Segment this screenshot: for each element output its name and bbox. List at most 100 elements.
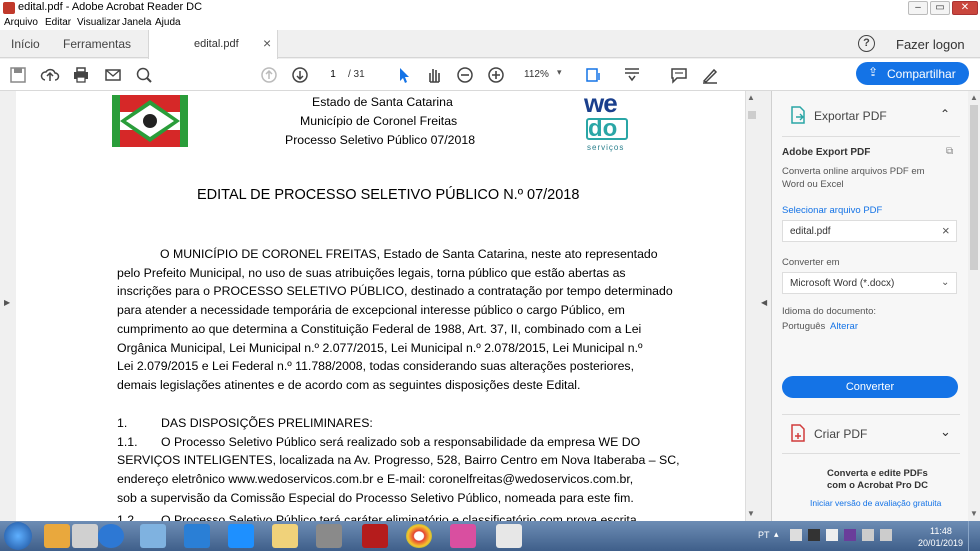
expand-left-pane-icon[interactable]: ▶ — [4, 298, 10, 307]
zoom-out-icon[interactable] — [455, 65, 475, 85]
help-icon[interactable]: ? — [858, 35, 875, 52]
export-pdf-header[interactable]: Exportar PDF — [814, 109, 887, 123]
panel-scroll-thumb[interactable] — [970, 105, 978, 270]
taskbar-max-icon[interactable] — [184, 524, 210, 548]
convert-format-select[interactable]: Microsoft Word (*.docx) ⌄ — [782, 272, 957, 294]
create-pdf-header[interactable]: Criar PDF — [814, 427, 867, 441]
prev-page-icon[interactable] — [259, 65, 279, 85]
taskbar-time: 11:48 — [930, 526, 952, 536]
zoom-in-icon[interactable] — [486, 65, 506, 85]
taskbar-language[interactable]: PT — [758, 530, 770, 540]
next-page-icon[interactable] — [290, 65, 310, 85]
tray-volume-icon[interactable] — [880, 529, 892, 541]
tools-pane: Exportar PDF ⌃ Adobe Export PDF ⧉ Conver… — [772, 91, 968, 521]
start-button[interactable] — [4, 522, 32, 550]
select-file-link[interactable]: Selecionar arquivo PDF — [782, 205, 882, 216]
copy-icon[interactable]: ⧉ — [946, 146, 953, 157]
wedo-logo: we do serviços — [583, 91, 633, 158]
read-mode-icon[interactable] — [622, 65, 642, 85]
scroll-thumb[interactable] — [748, 111, 756, 119]
change-language-link[interactable]: Alterar — [830, 321, 858, 332]
section-1-number: 1. — [117, 416, 128, 430]
taskbar-chrome-icon[interactable] — [406, 524, 432, 548]
toolbar: 1 / 31 112% ▾ ⇪ Compartilhar — [0, 59, 980, 91]
para1-line-2: pelo Prefeito Municipal, no uso de suas … — [117, 266, 626, 280]
tab-document[interactable]: edital.pdf × — [148, 30, 278, 59]
show-desktop-button[interactable] — [968, 521, 980, 551]
tray-icon-1[interactable] — [790, 529, 802, 541]
collapse-right-pane-icon[interactable]: ◀ — [761, 298, 767, 307]
email-icon[interactable] — [103, 65, 123, 85]
expand-create-icon[interactable]: ⌄ — [940, 424, 951, 440]
taskbar-audio-icon[interactable] — [450, 524, 476, 548]
taskbar-archive-icon[interactable] — [316, 524, 342, 548]
taskbar-paint-icon[interactable] — [140, 524, 166, 548]
acrobat-icon — [3, 2, 15, 14]
page-number-input[interactable]: 1 — [322, 67, 344, 83]
wedo-logo-do: do — [588, 115, 618, 142]
tray-icon-3[interactable] — [826, 529, 838, 541]
scroll-down-icon[interactable]: ▼ — [747, 509, 755, 518]
taskbar-acrobat-icon[interactable] — [496, 524, 522, 548]
panel-scroll-down-icon[interactable]: ▼ — [970, 509, 978, 518]
upload-cloud-icon[interactable] — [40, 65, 60, 85]
menu-visualizar[interactable]: Visualizar — [77, 17, 120, 28]
share-button[interactable]: ⇪ Compartilhar — [856, 62, 969, 85]
close-button[interactable]: ✕ — [952, 1, 978, 15]
tools-pane-scrollbar[interactable]: ▲ ▼ — [968, 91, 980, 521]
taskbar-media-icon[interactable] — [72, 524, 98, 548]
scroll-up-icon[interactable]: ▲ — [747, 93, 755, 102]
zoom-level-select[interactable]: 112% — [524, 69, 549, 80]
menu-ajuda[interactable]: Ajuda — [155, 17, 181, 28]
tray-icon-2[interactable] — [808, 529, 820, 541]
tray-network-icon[interactable] — [862, 529, 874, 541]
left-navigation-pane: ▶ — [0, 91, 16, 521]
print-icon[interactable] — [71, 65, 91, 85]
tab-bar: Início Ferramentas ? Fazer logon — [0, 30, 980, 58]
taskbar-teamviewer-icon[interactable] — [228, 524, 254, 548]
tab-close-icon[interactable]: × — [263, 35, 271, 51]
minimize-button[interactable]: – — [908, 1, 928, 15]
para1-line-3: inscrições para o PROCESSO SELETIVO PÚBL… — [117, 284, 673, 298]
remove-file-icon[interactable]: × — [942, 223, 950, 238]
menu-janela[interactable]: Janela — [122, 17, 151, 28]
tab-document-label: edital.pdf — [194, 38, 239, 50]
convert-button[interactable]: Converter — [782, 376, 958, 398]
select-cursor-icon[interactable] — [394, 65, 414, 85]
document-scrollbar[interactable]: ▲ ▼ — [745, 91, 757, 521]
subsection-1-1-line-2: SERVIÇOS INTELIGENTES, localizada na Av.… — [117, 453, 680, 467]
language-value: Português — [782, 321, 826, 332]
menu-editar[interactable]: Editar — [45, 17, 71, 28]
trial-link[interactable]: Iniciar versão de avaliação gratuita — [810, 498, 941, 508]
export-pdf-icon — [791, 106, 805, 124]
document-title: EDITAL DE PROCESSO SELETIVO PÚBLICO N.º … — [197, 187, 580, 203]
search-icon[interactable] — [134, 65, 154, 85]
subsection-1-1-line-3: endereço eletrônico www.wedoservicos.com… — [117, 472, 634, 486]
login-link[interactable]: Fazer logon — [896, 37, 965, 52]
menu-arquivo[interactable]: Arquivo — [4, 17, 38, 28]
windows-taskbar: PT ▴ 11:48 20/01/2019 — [0, 521, 980, 551]
convert-to-label: Converter em — [782, 257, 840, 268]
taskbar-explorer-icon[interactable] — [44, 524, 70, 548]
subsection-1-1-line-4: sob a supervisão da Comissão Especial do… — [117, 491, 634, 505]
zoom-chevron-icon[interactable]: ▾ — [557, 67, 562, 78]
header-line-process: Processo Seletivo Público 07/2018 — [285, 133, 476, 147]
hand-tool-icon[interactable] — [424, 65, 444, 85]
tray-chevron-icon[interactable]: ▴ — [774, 529, 779, 540]
tab-ferramentas[interactable]: Ferramentas — [63, 37, 131, 51]
tray-icon-4[interactable] — [844, 529, 856, 541]
page-layout-icon[interactable] — [584, 65, 604, 85]
taskbar-app-icon[interactable] — [362, 524, 388, 548]
tab-inicio[interactable]: Início — [11, 37, 40, 51]
taskbar-folder-icon[interactable] — [272, 524, 298, 548]
highlight-pen-icon[interactable] — [700, 65, 720, 85]
document-viewport[interactable]: Estado de Santa Catarina Município de Co… — [16, 91, 754, 521]
save-icon[interactable] — [8, 65, 28, 85]
collapse-export-icon[interactable]: ⌃ — [940, 107, 950, 121]
maximize-button[interactable]: ▭ — [930, 1, 950, 15]
comment-icon[interactable] — [669, 65, 689, 85]
taskbar-ie-icon[interactable] — [98, 524, 124, 548]
selected-file-field[interactable]: edital.pdf × — [782, 220, 957, 242]
panel-scroll-up-icon[interactable]: ▲ — [970, 93, 978, 102]
menu-bar: Arquivo Editar Visualizar Janela Ajuda — [0, 16, 980, 30]
